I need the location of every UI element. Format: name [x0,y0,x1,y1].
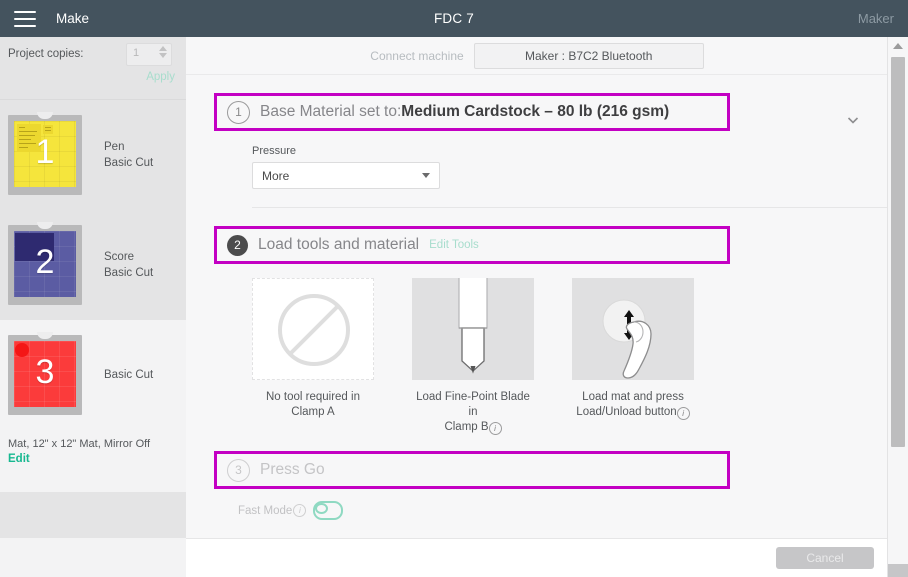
tool-card-2-line2: Clamp Bi [412,420,534,435]
mat-thumbnail-3: 3 [8,329,82,421]
mat-op-3-line1: Basic Cut [104,369,154,381]
tool-card-3-line1: Load mat and press [582,391,684,403]
scroll-up-icon[interactable] [893,43,903,49]
sidebar: Project copies: 1 Apply 1 Pen Basic Cut … [0,37,187,577]
tool-card-2: Load Fine-Point Blade in Clamp Bi [412,278,534,435]
sidebar-filler [0,492,186,538]
project-copies-stepper[interactable]: 1 [126,43,172,66]
bottom-bar: Cancel [186,538,888,577]
mat-thumbnail-2: 2 [8,219,82,311]
resize-corner [888,564,908,577]
tool-card-2-line2-text: Clamp B [444,421,489,433]
step-2-load-tools[interactable]: 2 Load tools and material Edit Tools [214,226,730,264]
step-1-base-material[interactable]: 1 Base Material set to:Medium Cardstock … [214,93,730,131]
stepper-down-icon[interactable] [159,53,167,58]
step-2-title: Load tools and material [258,236,420,253]
divider-1 [252,207,888,208]
machine-select-button[interactable]: Maker : B7C2 Bluetooth [473,42,704,69]
tool-card-1-line1: No tool required in [266,391,360,403]
info-icon[interactable]: i [293,504,307,517]
step-1-text: Base Material set to:Medium Cardstock – … [260,103,669,121]
tool-card-3: Load mat and press Load/Unload button i [572,278,694,435]
cancel-button[interactable]: Cancel [776,547,874,569]
fast-mode-toggle-knob [315,503,329,514]
pressure-control: Pressure More [252,145,874,189]
mat-op-2-line2: Basic Cut [104,267,154,279]
mat-list-group: 3 Basic Cut Mat, 12" x 12" Mat, Mirror O… [0,320,186,465]
pressure-select[interactable]: More [252,162,440,189]
mat-op-1-line1: Pen [104,141,125,153]
top-bar: Make FDC 7 Maker [0,0,908,37]
step-3-badge: 3 [227,458,250,482]
stepper-arrows[interactable] [159,46,167,58]
mat-meta-2: Score Basic Cut [104,249,153,281]
step-1-badge: 1 [227,100,250,124]
tool-card-3-line2-text: Load/Unload button [576,406,677,418]
edit-tools-button[interactable]: Edit Tools [429,239,479,251]
connect-machine-bar: Connect machine Maker : B7C2 Bluetooth [186,37,888,75]
mat-thumbnail-1: 1 [8,109,82,201]
mat-op-1-line2: Basic Cut [104,157,154,169]
mat-settings-text: Mat, 12" x 12" Mat, Mirror Off [8,438,151,450]
pressure-label: Pressure [252,145,297,157]
mat-number-2: 2 [35,243,55,281]
mat-item-1[interactable]: 1 Pen Basic Cut [0,100,186,210]
chevron-down-icon[interactable] [846,113,860,127]
tool-cards: No tool required in Clamp A Load Fine-Po… [252,278,874,435]
fast-mode-toggle[interactable] [313,501,344,520]
tool-card-2-caption: Load Fine-Point Blade in Clamp Bi [412,390,534,435]
mat-op-2-line1: Score [104,251,135,263]
tool-card-3-line2: Load/Unload button i [572,405,694,420]
tool-card-3-caption: Load mat and press Load/Unload button i [572,390,694,420]
mat-item-2[interactable]: 2 Score Basic Cut [0,210,186,320]
step-2-badge: 2 [227,234,248,256]
vertical-scrollbar[interactable] [887,37,908,577]
tool-card-1: No tool required in Clamp A [252,278,374,435]
steps-content: 1 Base Material set to:Medium Cardstock … [186,93,888,520]
step-3-title: Press Go [260,461,325,478]
load-mat-finger-icon [572,278,694,380]
mat-list-selected-group: 1 Pen Basic Cut 2 Score Basic Cut [0,100,186,320]
mat-meta-3: Basic Cut [104,367,153,383]
tool-card-1-caption: No tool required in Clamp A [252,390,374,420]
tool-card-1-line2: Clamp A [291,406,335,418]
scrollbar-thumb[interactable] [891,57,905,447]
fine-point-blade-icon [412,278,534,380]
main-panel: Connect machine Maker : B7C2 Bluetooth 1… [186,37,888,577]
mat-footer: Mat, 12" x 12" Mat, Mirror Off Edit [0,430,186,465]
page-title: FDC 7 [433,11,474,26]
info-icon[interactable]: i [488,422,502,435]
project-copies-label: Project copies: [8,48,84,60]
pressure-value: More [262,168,290,183]
machine-name-label: Maker [857,11,894,26]
project-copies-value: 1 [133,47,140,59]
connect-machine-label: Connect machine [370,48,464,63]
edit-mat-button[interactable]: Edit [8,453,178,465]
step-1-material-value: Medium Cardstock – 80 lb (216 gsm) [401,103,670,120]
mat-number-1: 1 [35,133,55,171]
step-3-press-go[interactable]: 3 Press Go [214,451,730,489]
fast-mode-label: Fast Mode [238,504,293,517]
caret-down-icon [422,173,430,178]
make-screen: Make FDC 7 Maker Project copies: 1 Apply [0,0,908,577]
tool-card-2-line1: Load Fine-Point Blade in [416,391,530,418]
mat-item-3[interactable]: 3 Basic Cut [0,320,186,430]
info-icon[interactable]: i [676,407,690,420]
fast-mode-row: Fast Mode i [238,501,874,520]
mat-number-3: 3 [35,353,55,391]
step-1-prefix: Base Material set to: [260,103,402,120]
apply-button[interactable]: Apply [146,71,175,83]
project-copies-row: Project copies: 1 Apply [0,37,186,100]
stepper-up-icon[interactable] [159,46,167,51]
mat-meta-1: Pen Basic Cut [104,139,153,171]
no-tool-icon [252,278,374,380]
